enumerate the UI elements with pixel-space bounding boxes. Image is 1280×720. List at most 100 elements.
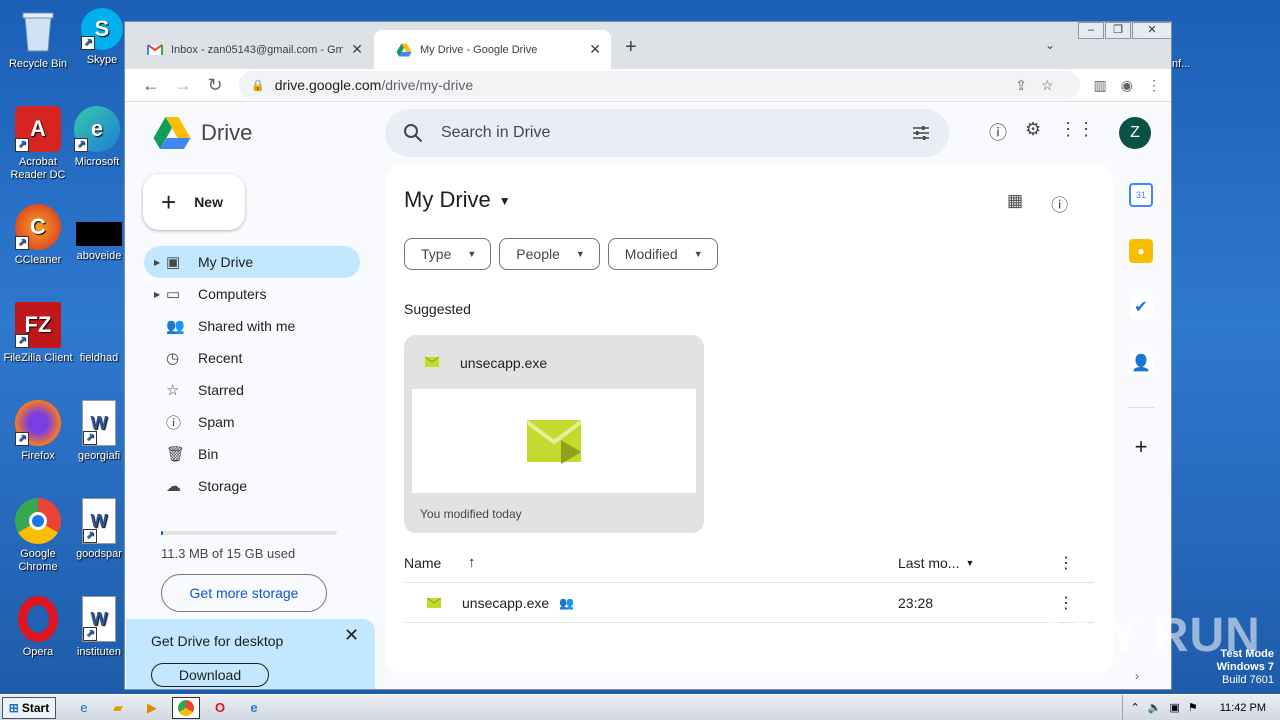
- clock[interactable]: 11:42 PM: [1220, 702, 1266, 714]
- tray-arrow-icon[interactable]: ⌃: [1131, 701, 1140, 714]
- sort-arrow-up-icon[interactable]: ↑: [468, 554, 476, 571]
- filter-chips: Type ▼ People ▼ Modified ▼: [404, 238, 718, 270]
- caret-right-icon[interactable]: ▶: [154, 258, 166, 267]
- desktop-icon-aboveide[interactable]: aboveide: [66, 204, 132, 263]
- avatar[interactable]: Z: [1119, 117, 1151, 149]
- filter-people[interactable]: People ▼: [499, 238, 600, 270]
- window-close-button[interactable]: ✕: [1132, 22, 1171, 39]
- sidebar-item-storage[interactable]: ☁ Storage: [144, 470, 360, 502]
- flag-icon[interactable]: ⚑: [1188, 701, 1198, 714]
- contacts-icon[interactable]: 👤: [1129, 351, 1153, 375]
- share-and-bookmark-icons[interactable]: ⇪☆: [1015, 77, 1067, 94]
- word-document-icon: W ↗: [82, 400, 116, 446]
- desktop-icon-recycle-bin[interactable]: Recycle Bin: [0, 8, 76, 71]
- back-button[interactable]: ←: [135, 75, 167, 96]
- tasks-icon[interactable]: ✔: [1129, 295, 1153, 319]
- tab-drive[interactable]: My Drive - Google Drive ✕: [374, 30, 611, 69]
- desktop-icon-goodspar[interactable]: W ↗ goodspar: [66, 498, 132, 561]
- close-icon[interactable]: ✕: [344, 625, 359, 646]
- page-title[interactable]: My Drive ▼: [404, 187, 511, 213]
- more-options-icon[interactable]: ⋮: [1058, 553, 1074, 573]
- trash-icon: 🗑: [166, 446, 186, 463]
- desktop-icon-microsoft-edge[interactable]: e ↗ Microsoft: [62, 106, 132, 169]
- sidebar-item-spam[interactable]: ⓘ Spam: [144, 406, 360, 438]
- chevron-right-icon[interactable]: ›: [1135, 669, 1139, 683]
- dropdown-arrow-icon: ▼: [575, 249, 585, 259]
- table-row[interactable]: unsecapp.exe 👥 23:28 ⋮: [404, 583, 1094, 623]
- storage-usage-text: 11.3 MB of 15 GB used: [161, 546, 296, 561]
- download-button[interactable]: Download: [151, 663, 269, 687]
- storage-progress-fill: [161, 531, 163, 535]
- new-button[interactable]: + New: [143, 174, 245, 230]
- dropdown-arrow-icon: ▼: [498, 194, 511, 209]
- grid-view-icon[interactable]: ▦: [1007, 191, 1023, 216]
- address-bar[interactable]: 🔒 drive.google.com/drive/my-drive ⇪☆: [239, 71, 1080, 99]
- help-icon[interactable]: ⓘ: [989, 119, 1007, 145]
- search-input[interactable]: Search in Drive: [441, 124, 911, 142]
- side-panel: 31 ● ✔ 👤 +: [1113, 183, 1169, 460]
- ccleaner-icon: C ↗: [15, 204, 61, 250]
- close-icon[interactable]: ✕: [589, 41, 601, 58]
- volume-icon[interactable]: 🔈: [1148, 701, 1162, 714]
- google-drive-icon: [396, 43, 412, 56]
- network-icon[interactable]: ▣: [1169, 701, 1179, 714]
- edge-taskbar-icon[interactable]: e: [240, 697, 268, 719]
- desktop-icon-instituten[interactable]: W ↗ instituten: [66, 596, 132, 659]
- desktop-icon-skype[interactable]: S ↗ Skype: [72, 8, 132, 67]
- chrome-taskbar-icon[interactable]: [172, 696, 200, 719]
- filter-type[interactable]: Type ▼: [404, 238, 492, 270]
- sidebar-item-shared-with-me[interactable]: 👥 Shared with me: [144, 310, 360, 342]
- filter-label: People: [516, 246, 560, 262]
- forward-button[interactable]: →: [167, 75, 199, 96]
- sidebar-item-starred[interactable]: ☆ Starred: [144, 374, 360, 406]
- minimize-button[interactable]: –: [1078, 22, 1104, 39]
- desktop-icon-georgiafi[interactable]: W ↗ georgiafi: [66, 400, 132, 463]
- tab-search-chevron-icon[interactable]: ⌄: [1045, 38, 1055, 52]
- side-panel-icon[interactable]: ▥: [1094, 77, 1107, 94]
- desktop-icon-chrome[interactable]: Google Chrome: [0, 498, 76, 574]
- column-label: Last mo...: [898, 554, 960, 571]
- sidebar-item-computers[interactable]: ▶ ▭ Computers: [144, 278, 360, 310]
- tab-gmail[interactable]: Inbox - zan05143@gmail.com - Gmail ✕: [125, 30, 373, 69]
- search-options-icon[interactable]: [911, 123, 931, 143]
- media-player-icon[interactable]: ▶: [138, 697, 166, 719]
- start-button[interactable]: ⊞ Start: [2, 696, 56, 719]
- get-more-storage-button[interactable]: Get more storage: [161, 574, 327, 612]
- calendar-icon[interactable]: 31: [1129, 183, 1153, 207]
- column-last-modified[interactable]: Last mo... ▼: [898, 555, 974, 571]
- new-tab-button[interactable]: +: [625, 36, 637, 59]
- main-content: My Drive ▼ ▦ ⓘ Type ▼ People ▼ Modified ▼ Su…: [385, 165, 1113, 673]
- cloud-icon: ☁: [166, 478, 181, 495]
- sidebar-item-recent[interactable]: ◷ Recent: [144, 342, 360, 374]
- desktop-icon-filezilla[interactable]: FZ ↗ FileZilla Client: [0, 302, 76, 365]
- drive-logo[interactable]: Drive: [153, 116, 252, 150]
- close-icon[interactable]: ✕: [351, 41, 363, 58]
- build-label: Build 7601: [1222, 674, 1274, 686]
- menu-icon[interactable]: ⋮: [1147, 77, 1161, 94]
- ie-icon[interactable]: e: [70, 697, 98, 719]
- add-addon-button[interactable]: +: [1113, 434, 1169, 460]
- opera-taskbar-icon[interactable]: O: [206, 697, 234, 719]
- sidebar-item-bin[interactable]: 🗑 Bin: [144, 438, 360, 470]
- desktop-icon-ccleaner[interactable]: C ↗ CCleaner: [0, 204, 76, 267]
- desktop-icon-opera[interactable]: Opera: [0, 596, 76, 659]
- sidebar-item-my-drive[interactable]: ▶ ▣ My Drive: [144, 246, 360, 278]
- column-name[interactable]: Name: [404, 555, 444, 571]
- filter-modified[interactable]: Modified ▼: [607, 238, 718, 270]
- tab-title: Inbox - zan05143@gmail.com - Gmail: [171, 43, 344, 56]
- apps-grid-icon[interactable]: ⋮⋮: [1059, 119, 1095, 145]
- settings-gear-icon[interactable]: ⚙: [1025, 119, 1041, 145]
- search-icon: [404, 124, 423, 143]
- caret-right-icon[interactable]: ▶: [154, 290, 166, 299]
- profile-icon[interactable]: ◉: [1121, 77, 1133, 94]
- details-info-icon[interactable]: ⓘ: [1051, 191, 1068, 216]
- suggested-file-card[interactable]: unsecapp.exe You modified today: [404, 335, 704, 533]
- reload-button[interactable]: ↻: [199, 75, 231, 96]
- desktop-icon-firefox[interactable]: ↗ Firefox: [0, 400, 76, 463]
- restore-button[interactable]: ❐: [1105, 22, 1131, 39]
- search-bar[interactable]: Search in Drive: [385, 109, 949, 157]
- desktop-icon-fieldhad[interactable]: fieldhad: [66, 302, 132, 365]
- explorer-folder-icon[interactable]: ▰: [104, 697, 132, 719]
- window-controls: – ❐ ✕: [1077, 22, 1171, 40]
- keep-icon[interactable]: ●: [1129, 239, 1153, 263]
